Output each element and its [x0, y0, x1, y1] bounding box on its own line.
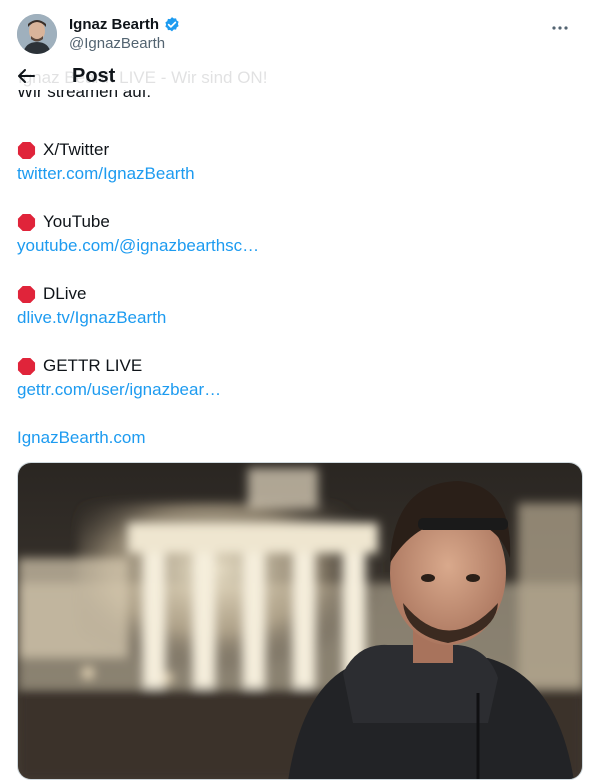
display-name[interactable]: Ignaz Bearth: [69, 15, 159, 34]
author-names: Ignaz Bearth @IgnazBearth: [69, 15, 181, 53]
more-options-button[interactable]: [550, 18, 570, 38]
website-link[interactable]: IgnazBearth.com: [17, 426, 577, 450]
stop-sign-icon: [17, 285, 36, 303]
author-handle[interactable]: @IgnazBearth: [69, 34, 181, 53]
platform-line-dlive: DLive: [17, 282, 577, 306]
post-text: Wir streamen auf: X/Twitter twitter.com/…: [17, 90, 577, 450]
platform-link[interactable]: dlive.tv/IgnazBearth: [17, 306, 577, 330]
platform-line-x: X/Twitter: [17, 138, 577, 162]
post-intro-text: Wir streamen auf:: [17, 90, 152, 101]
stop-sign-icon: [17, 357, 36, 375]
platform-name: DLive: [43, 284, 87, 303]
platform-link[interactable]: gettr.com/user/ignazbear…: [17, 378, 577, 402]
platform-name: YouTube: [43, 212, 110, 231]
display-name-row: Ignaz Bearth: [69, 15, 181, 34]
platform-line-gettr: GETTR LIVE: [17, 354, 577, 378]
post-photo[interactable]: [17, 462, 583, 780]
more-horizontal-icon: [552, 26, 568, 30]
avatar[interactable]: [17, 14, 57, 54]
platform-line-youtube: YouTube: [17, 210, 577, 234]
platform-name: X/Twitter: [43, 140, 110, 159]
stop-sign-icon: [17, 213, 36, 231]
avatar-image: [17, 14, 57, 54]
platform-link[interactable]: youtube.com/@ignazbearthsc…: [17, 234, 577, 258]
photo-image: [18, 463, 582, 779]
platform-link[interactable]: twitter.com/IgnazBearth: [17, 162, 577, 186]
stop-sign-icon: [17, 141, 36, 159]
platform-name: GETTR LIVE: [43, 356, 143, 375]
sticky-header: Post: [16, 62, 115, 90]
post-author: Ignaz Bearth @IgnazBearth: [17, 12, 582, 56]
back-arrow-icon[interactable]: [16, 66, 36, 86]
header-title: Post: [72, 65, 116, 87]
post-detail-view: Ignaz Bearth @IgnazBearth Ignaz Bearth L…: [0, 0, 598, 784]
post-intro-line: Wir streamen auf:: [17, 90, 577, 104]
verified-badge-icon[interactable]: [163, 16, 181, 34]
